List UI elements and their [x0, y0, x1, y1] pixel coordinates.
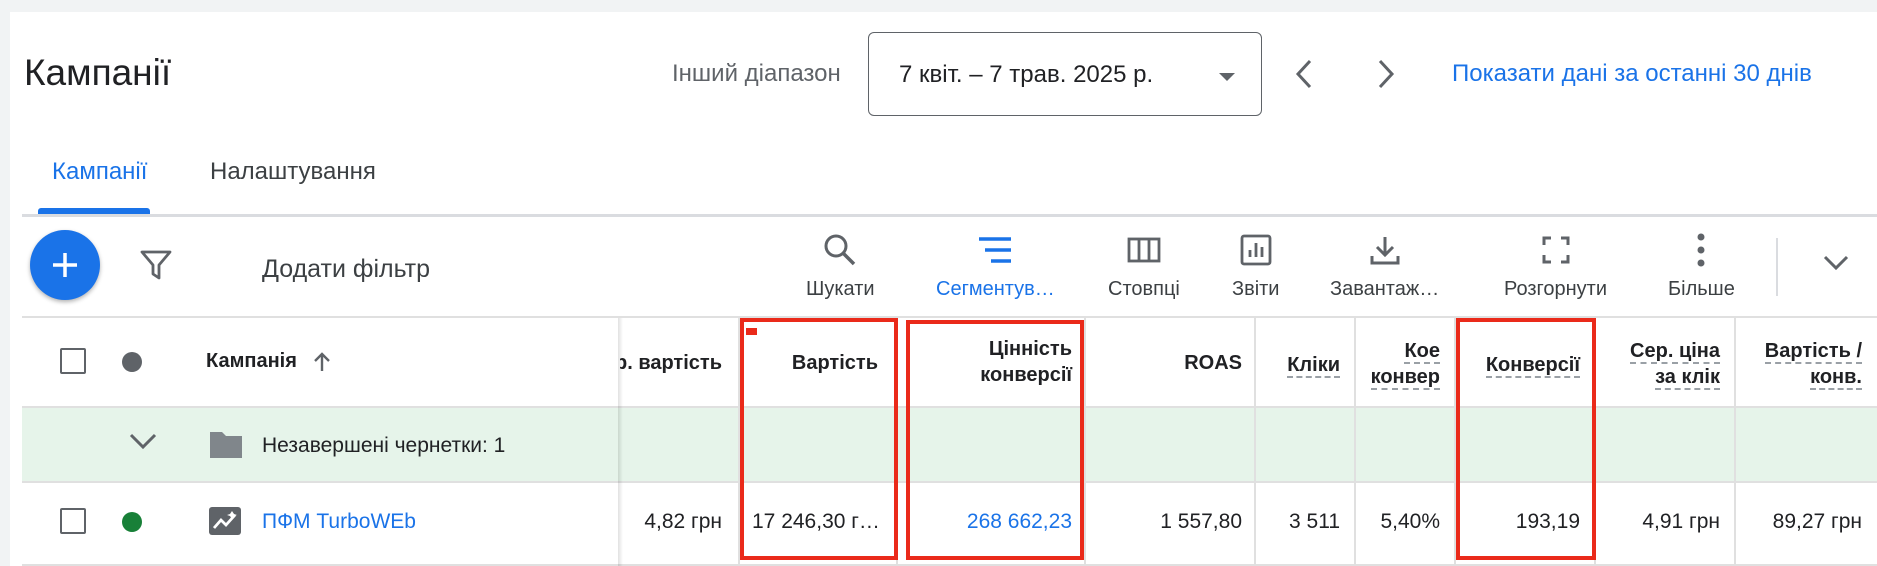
- clicks-header-label: Кліки: [1287, 354, 1340, 378]
- toolbar-separator: [1776, 238, 1778, 296]
- cost-highlight-box: [740, 318, 898, 560]
- status-enabled-dot[interactable]: [122, 512, 142, 532]
- roas-header-label: ROAS: [1184, 352, 1242, 374]
- plus-icon: [53, 253, 77, 277]
- conversion-rate-column-header[interactable]: Кое конвер: [1364, 338, 1440, 390]
- search-label: Шукати: [806, 278, 875, 300]
- conversion-value-highlight-box: [906, 320, 1084, 560]
- campaign-column-header[interactable]: Кампанія: [206, 348, 332, 374]
- download-icon: [1370, 237, 1400, 265]
- filter-icon[interactable]: [140, 250, 172, 285]
- chevron-down-icon: [129, 433, 157, 450]
- avg-cost-column-header[interactable]: р. вартість: [620, 350, 722, 376]
- roas-column-header[interactable]: ROAS: [1100, 350, 1242, 376]
- draft-group-label[interactable]: Незавершені чернетки: 1: [262, 434, 505, 458]
- search-button[interactable]: Шукати: [806, 228, 875, 301]
- campaign-header-label: Кампанія: [206, 350, 297, 372]
- cost-per-conversion-column-header[interactable]: Вартість / конв.: [1744, 338, 1862, 390]
- sort-ascending-icon: [314, 352, 331, 371]
- date-range-label: Інший діапазон: [672, 60, 841, 87]
- avg-cpc-cell: 4,91 грн: [1642, 510, 1720, 533]
- cost-per-conversion-cell: 89,27 грн: [1772, 510, 1862, 533]
- avg-cpc-header-line1: Сер. ціна: [1630, 340, 1720, 364]
- previous-period-button[interactable]: [1286, 52, 1322, 96]
- more-label: Більше: [1668, 278, 1735, 300]
- date-range-value: 7 квіт. – 7 трав. 2025 р.: [899, 61, 1154, 88]
- column-separator: [1254, 318, 1256, 566]
- more-button[interactable]: Більше: [1668, 228, 1735, 301]
- columns-icon: [1127, 237, 1161, 263]
- chevron-right-icon: [1378, 59, 1395, 89]
- collapse-toolbar-button[interactable]: [1822, 254, 1850, 277]
- tab-settings[interactable]: Налаштування: [210, 158, 376, 186]
- folder-icon: [208, 428, 244, 465]
- campaign-name-link[interactable]: ПФМ TurboWEb: [262, 510, 416, 534]
- avg-cpc-column-header[interactable]: Сер. ціна за клік: [1604, 338, 1720, 390]
- status-header-icon[interactable]: [122, 352, 142, 372]
- reports-icon: [1240, 234, 1272, 266]
- select-all-checkbox[interactable]: [60, 348, 86, 374]
- left-strip: [0, 0, 10, 566]
- download-button[interactable]: Завантаж…: [1330, 228, 1439, 301]
- clicks-column-header[interactable]: Кліки: [1264, 352, 1340, 378]
- reports-label: Звіти: [1232, 278, 1280, 300]
- download-label: Завантаж…: [1330, 278, 1440, 300]
- dropdown-caret-icon: [1217, 70, 1237, 88]
- cost-per-conversion-header-line2: конв.: [1810, 366, 1862, 390]
- tabs-divider: [22, 214, 1877, 217]
- campaign-type-icon: [208, 506, 242, 541]
- column-separator: [1734, 318, 1736, 566]
- clicks-cell: 3 511: [1289, 510, 1340, 533]
- conversions-highlight-box: [1456, 318, 1596, 560]
- columns-button[interactable]: Стовпці: [1108, 228, 1180, 301]
- date-range-picker[interactable]: 7 квіт. – 7 трав. 2025 р.: [868, 32, 1262, 116]
- segment-button[interactable]: Сегментув…: [936, 228, 1055, 301]
- cost-per-conversion-header-line1: Вартість /: [1764, 340, 1862, 364]
- next-period-button[interactable]: [1368, 52, 1404, 96]
- page-title: Кампанії: [24, 52, 172, 93]
- chevron-down-icon: [1823, 255, 1849, 271]
- row-checkbox[interactable]: [60, 508, 86, 534]
- avg-cost-cell: 4,82 грн: [644, 510, 722, 533]
- avg-cpc-header-line2: за клік: [1655, 366, 1720, 390]
- reports-button[interactable]: Звіти: [1232, 228, 1279, 301]
- column-separator: [1354, 318, 1356, 566]
- avg-cost-header-label: р. вартість: [620, 352, 722, 374]
- segment-label: Сегментув…: [936, 278, 1055, 300]
- expand-group-button[interactable]: [128, 432, 158, 457]
- add-filter-button[interactable]: Додати фільтр: [262, 255, 430, 284]
- column-separator: [1084, 318, 1086, 566]
- add-campaign-button[interactable]: [30, 230, 100, 300]
- more-vert-icon: [1697, 233, 1705, 267]
- conversion-rate-header-line1: Кое: [1404, 340, 1440, 364]
- search-icon: [824, 234, 856, 266]
- expand-icon: [1542, 236, 1569, 264]
- expand-label: Розгорнути: [1504, 278, 1608, 300]
- tab-campaigns[interactable]: Кампанії: [52, 158, 147, 186]
- highlight-marker: [746, 328, 757, 335]
- chevron-left-icon: [1295, 59, 1312, 89]
- show-last-30-days-link[interactable]: Показати дані за останні 30 днів: [1452, 60, 1812, 88]
- segment-icon: [979, 237, 1012, 263]
- roas-cell: 1 557,80: [1160, 510, 1242, 533]
- top-strip: [0, 0, 1877, 12]
- conversion-rate-cell: 5,40%: [1380, 510, 1440, 533]
- columns-label: Стовпці: [1108, 278, 1180, 300]
- conversion-rate-header-line2: конвер: [1370, 366, 1440, 390]
- expand-button[interactable]: Розгорнути: [1504, 228, 1607, 301]
